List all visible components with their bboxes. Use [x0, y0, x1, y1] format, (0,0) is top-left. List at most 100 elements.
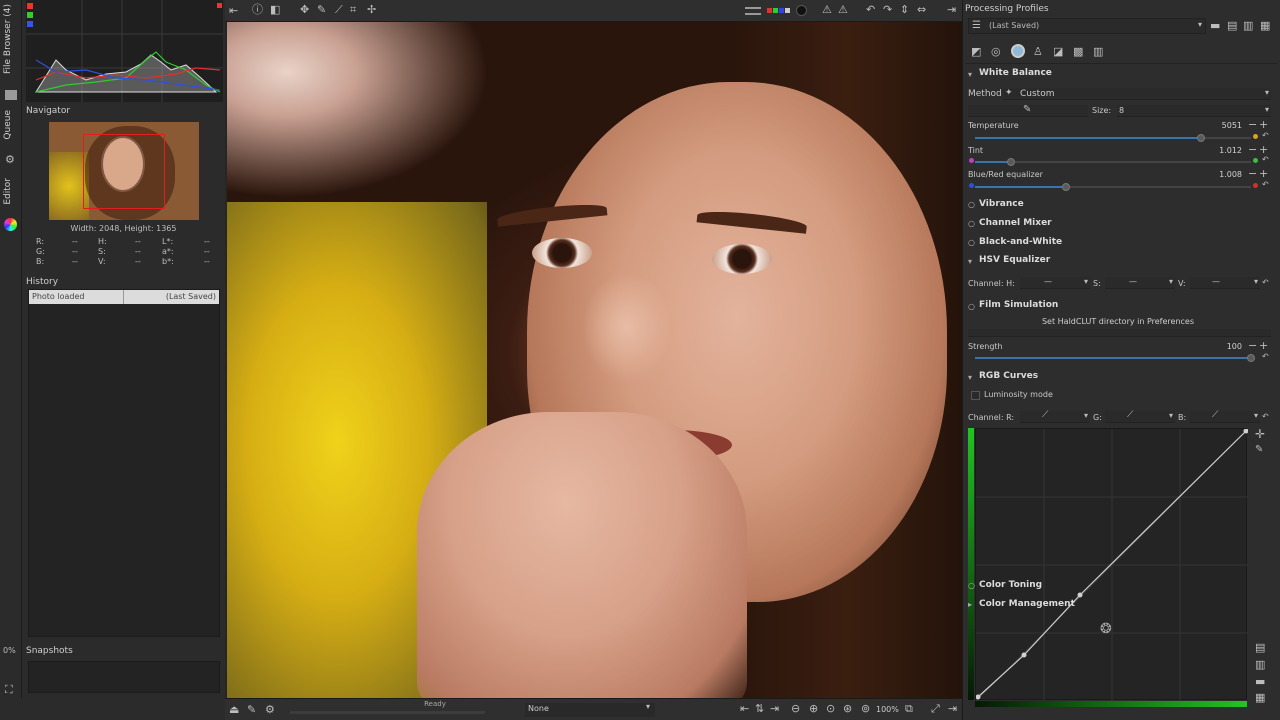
wb-method-select[interactable]: ✦ Custom ▾ [1003, 88, 1271, 100]
save-profile-icon[interactable]: ▤ [1227, 20, 1237, 31]
edit-points-icon[interactable]: ✛ [1255, 428, 1265, 440]
flip-vertical-icon[interactable]: ⇕ [900, 4, 909, 15]
film-profile-select[interactable] [968, 329, 1271, 337]
reset-icon[interactable]: ↶ [1262, 181, 1269, 189]
green-channel-toggle[interactable] [27, 12, 33, 18]
rgb-r-curve-select[interactable]: ⟋ ▾ [1020, 411, 1090, 423]
fullscreen-toggle-icon[interactable]: ⤢ [931, 703, 940, 714]
profile-select[interactable]: ☰ (Last Saved) ▾ [968, 18, 1206, 34]
color-toning-header[interactable]: Color Toning [979, 580, 1042, 590]
white-balance-picker-icon[interactable]: ✎ [317, 4, 326, 15]
color-wheel-icon[interactable] [4, 218, 17, 231]
color-management-header[interactable]: Color Management [979, 599, 1075, 609]
hsv-v-curve-select[interactable]: — ▾ [1190, 277, 1260, 289]
curve-graph[interactable] [975, 428, 1249, 702]
sync-icon[interactable]: ⇅ [755, 703, 764, 714]
enable-toggle-icon[interactable]: ○ [968, 581, 975, 590]
save-curve-icon[interactable]: ▦ [1255, 692, 1265, 703]
paste-curve-icon[interactable]: ▥ [1255, 659, 1265, 670]
shadow-clip-warning-icon[interactable]: ⚠ [822, 4, 832, 15]
minus-icon[interactable]: − [1248, 340, 1257, 351]
plus-icon[interactable]: + [1259, 144, 1268, 155]
temperature-value[interactable]: 5051 [1200, 121, 1242, 130]
tab-editor[interactable]: Editor [3, 178, 13, 205]
edit-external-icon[interactable]: ✎ [247, 704, 256, 715]
curve-editor[interactable] [975, 428, 1249, 702]
enable-toggle-icon[interactable]: ○ [968, 238, 975, 247]
tab-exposure-icon[interactable]: ◩ [971, 46, 981, 57]
zoom-in-icon[interactable]: ⊕ [809, 703, 818, 714]
tab-details-icon[interactable]: ◎ [991, 46, 1001, 57]
send-to-queue-icon[interactable]: ⚙ [265, 704, 275, 715]
open-profile-icon[interactable]: ▬ [1210, 20, 1220, 31]
tab-color-icon[interactable] [1011, 44, 1025, 58]
tab-advanced-icon[interactable]: ♙ [1033, 46, 1043, 57]
rotate-left-icon[interactable]: ↶ [866, 4, 875, 15]
red-channel-toggle[interactable] [27, 3, 33, 9]
flip-horizontal-icon[interactable]: ⇔ [917, 4, 926, 15]
tint-slider-knob[interactable] [1006, 158, 1015, 166]
reset-icon[interactable]: ↶ [1262, 156, 1269, 164]
film-simulation-header[interactable]: Film Simulation [979, 300, 1058, 310]
expander-open-icon[interactable]: ▾ [968, 373, 972, 382]
highlight-clip-warning-icon[interactable]: ⚠ [838, 4, 848, 15]
navigator-viewport-frame[interactable] [83, 134, 165, 209]
rgb-g-curve-select[interactable]: ⟋ ▾ [1105, 411, 1175, 423]
enable-toggle-icon[interactable]: ○ [968, 302, 975, 311]
hide-right-panel-icon[interactable]: ⇥ [947, 4, 956, 15]
hand-tool-icon[interactable]: ✥ [300, 4, 309, 15]
reset-icon[interactable]: ↶ [1262, 132, 1269, 140]
channel-mixer-header[interactable]: Channel Mixer [979, 218, 1052, 228]
straighten-icon[interactable]: ⟋ [335, 4, 343, 15]
plus-icon[interactable]: + [1259, 119, 1268, 130]
preview-red-icon[interactable] [767, 8, 772, 13]
white-balance-header[interactable]: White Balance [979, 68, 1052, 78]
zoom-fit-icon[interactable]: ⊙ [826, 703, 835, 714]
rgb-b-curve-select[interactable]: ⟋ ▾ [1190, 411, 1260, 423]
folder-icon[interactable] [5, 90, 17, 100]
zoom-out-icon[interactable]: ⊖ [791, 703, 800, 714]
minus-icon[interactable]: − [1248, 119, 1257, 130]
focus-mask-icon[interactable] [745, 7, 761, 15]
preview-blue-icon[interactable] [779, 8, 784, 13]
enable-toggle-icon[interactable]: ○ [968, 200, 975, 209]
next-image-icon[interactable]: ⇥ [770, 703, 779, 714]
expander-open-icon[interactable]: ▾ [968, 257, 972, 266]
rgb-curves-header[interactable]: RGB Curves [979, 371, 1038, 381]
strength-slider-knob[interactable] [1247, 354, 1255, 362]
expander-closed-icon[interactable]: ▸ [968, 600, 972, 609]
zoom-100-icon[interactable]: ⊚ [861, 703, 870, 714]
crop-icon[interactable]: ⌗ [350, 4, 356, 15]
expander-open-icon[interactable]: ▾ [968, 70, 972, 79]
background-color-icon[interactable] [796, 5, 807, 16]
preview-green-icon[interactable] [773, 8, 778, 13]
black-white-header[interactable]: Black-and-White [979, 237, 1062, 247]
tab-file-browser[interactable]: File Browser (4) [3, 4, 13, 74]
plus-icon[interactable]: + [1259, 168, 1268, 179]
minus-icon[interactable]: − [1248, 144, 1257, 155]
reset-icon[interactable]: ↶ [1262, 353, 1269, 361]
curve-picker-icon[interactable]: ✎ [1255, 445, 1263, 455]
minus-icon[interactable]: − [1248, 168, 1257, 179]
info-icon[interactable]: ⓘ [252, 4, 263, 15]
wb-picker-button[interactable]: ✎ [968, 105, 1088, 117]
preview-luminance-icon[interactable] [785, 8, 790, 13]
previous-image-icon[interactable]: ⇤ [740, 703, 749, 714]
before-after-icon[interactable]: ◧ [270, 4, 280, 15]
hsv-s-curve-select[interactable]: — ▾ [1105, 277, 1175, 289]
fullscreen-icon[interactable]: ⛶ [5, 684, 13, 695]
enable-toggle-icon[interactable]: ○ [968, 219, 975, 228]
hsv-equalizer-header[interactable]: HSV Equalizer [979, 255, 1050, 265]
wb-size-select[interactable]: 8 ▾ [1117, 105, 1271, 117]
plus-icon[interactable]: + [1259, 340, 1268, 351]
copy-curve-icon[interactable]: ▤ [1255, 642, 1265, 653]
zoom-crop-icon[interactable]: ⊛ [843, 703, 852, 714]
collapse-right-icon[interactable]: ⇥ [948, 703, 957, 714]
tab-raw-icon[interactable]: ▩ [1073, 46, 1083, 57]
rotate-right-icon[interactable]: ↷ [883, 4, 892, 15]
lock-icon[interactable]: ⏏ [229, 704, 239, 715]
tab-queue[interactable]: Queue [3, 110, 13, 140]
reset-icon[interactable]: ↶ [1262, 413, 1269, 421]
main-image-preview[interactable] [227, 22, 962, 698]
transform-icon[interactable]: ✢ [367, 4, 376, 15]
